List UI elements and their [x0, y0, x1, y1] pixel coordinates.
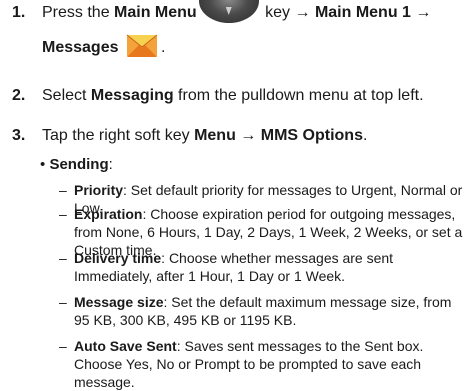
arrow-symbol: → [290, 4, 315, 22]
sending-bullet: • Sending: [40, 156, 113, 174]
step-number: 3. [12, 127, 26, 144]
option-name: Delivery time [74, 250, 162, 266]
step-text-part: from the pulldown menu at top left. [173, 87, 424, 104]
step-1: 1. Press the Main Menu key → Main Menu 1… [0, 0, 475, 67]
step-text-line2: Messages . [42, 34, 467, 59]
step-text: Select Messaging from the pulldown menu … [42, 86, 467, 106]
step-3: 3. Tap the right soft key Menu → MMS Opt… [0, 126, 475, 148]
option-text: Auto Save Sent: Saves sent messages to t… [74, 337, 469, 391]
step-number: 1. [12, 4, 26, 21]
step-text-part: . [160, 39, 166, 57]
step-text-part: Tap the right soft key [42, 127, 195, 144]
step-2: 2. Select Messaging from the pulldown me… [0, 86, 475, 108]
option-name: Message size [74, 294, 164, 310]
instruction-page: 1. Press the Main Menu key → Main Menu 1… [0, 0, 475, 391]
step-text-part: key [260, 4, 291, 22]
dash: – [59, 182, 67, 198]
arrow-symbol: → [410, 4, 432, 22]
step-text-part: Press the [42, 4, 115, 22]
option-name: Priority [74, 182, 124, 198]
main-menu-label: Main Menu [114, 4, 197, 22]
arrow-symbol: → [235, 127, 261, 144]
messaging-label: Messaging [90, 87, 174, 104]
step-text: Press the Main Menu key → Main Menu 1 → … [42, 0, 467, 59]
messages-envelope-icon [126, 34, 158, 58]
dash: – [59, 250, 67, 266]
option-name: Auto Save Sent [74, 338, 177, 354]
dash: – [59, 338, 67, 354]
step-text: Tap the right soft key Menu → MMS Option… [42, 126, 467, 146]
option-text: Message size: Set the default maximum me… [74, 293, 469, 329]
option-text: Delivery time: Choose whether messages a… [74, 249, 469, 285]
menu-label: Menu [194, 127, 236, 144]
step-text-part: . [362, 127, 368, 144]
mms-options-label: MMS Options [260, 127, 363, 144]
main-menu-1-label: Main Menu 1 [314, 4, 411, 22]
sending-label: Sending [49, 156, 109, 173]
bullet-dot: • [40, 156, 46, 173]
dash: – [59, 206, 67, 222]
main-menu-key-icon [198, 0, 259, 23]
messages-label: Messages [42, 39, 119, 57]
dash: – [59, 294, 67, 310]
option-name: Expiration [74, 206, 143, 222]
step-text-part: Select [42, 87, 91, 104]
colon: : [108, 156, 113, 173]
step-number: 2. [12, 87, 26, 104]
